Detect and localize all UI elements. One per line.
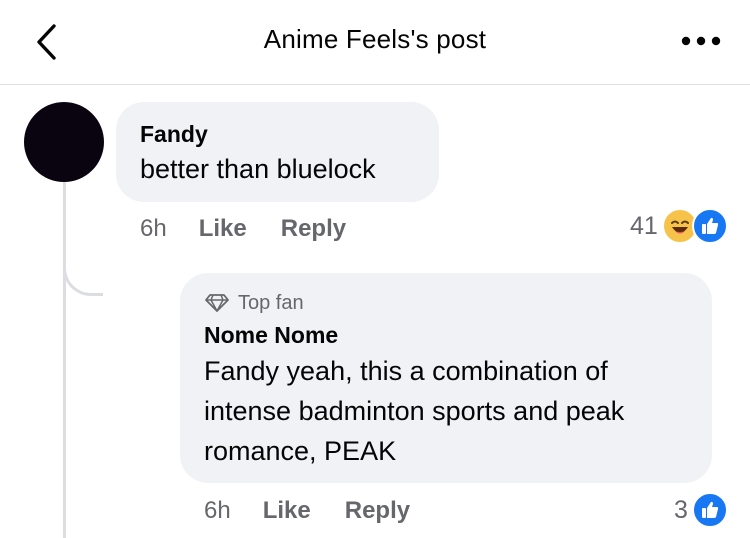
diamond-icon [205, 294, 229, 312]
comment-actions: 6h Like Reply [204, 496, 444, 526]
more-options-button[interactable] [676, 28, 726, 54]
reaction-count: 41 [630, 211, 658, 240]
more-horizontal-icon [681, 36, 721, 46]
comment-text-line: Fandy yeah, this a combination of [204, 356, 608, 386]
badge-label: Top fan [238, 291, 304, 314]
reply-button[interactable]: Reply [345, 497, 410, 525]
reply-bubble: Top fan Nome Nome Fandy yeah, this a com… [180, 273, 712, 483]
reaction-summary[interactable]: 41 [630, 208, 728, 244]
post-header: Anime Feels's post [0, 0, 750, 85]
reaction-summary[interactable]: 3 [674, 492, 728, 528]
like-reaction-icon [691, 492, 728, 528]
thread-line [63, 182, 66, 538]
like-reaction-icon [691, 208, 728, 244]
page-title: Anime Feels's post [263, 24, 487, 54]
comment-text-line: intense badminton sports and peak [204, 396, 625, 426]
like-button[interactable]: Like [263, 497, 311, 525]
comment-time: 6h [140, 215, 167, 242]
top-fan-badge: Top fan [204, 291, 688, 315]
like-button[interactable]: Like [199, 215, 247, 243]
reply-button[interactable]: Reply [281, 215, 346, 243]
comment-actions: 6h Like Reply [140, 214, 380, 244]
comment-text-line: romance, PEAK [204, 436, 397, 466]
comment-text: better than bluelock [140, 154, 376, 184]
reaction-count: 3 [674, 495, 688, 524]
avatar[interactable] [24, 102, 104, 182]
reply-connector [63, 258, 103, 296]
comment-bubble: Fandy better than bluelock [116, 102, 439, 202]
comment-time: 6h [204, 497, 231, 524]
comment-author[interactable]: Fandy [140, 120, 415, 148]
comment-author[interactable]: Nome Nome [204, 321, 688, 349]
